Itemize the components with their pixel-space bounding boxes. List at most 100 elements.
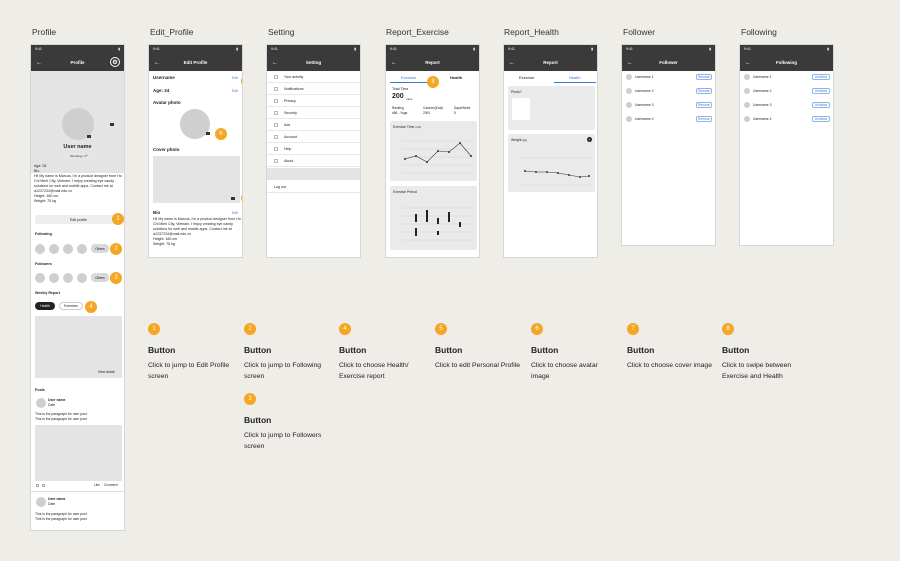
help-icon [274,146,278,151]
cover-camera-icon[interactable] [110,123,114,126]
annotation-title: Button [435,345,463,355]
back-arrow-icon[interactable]: ← [154,60,160,66]
edit-bio-link[interactable]: Edit [232,211,238,215]
setting-item-help[interactable]: Help [267,143,360,155]
ranking-label: Ranking [392,106,404,110]
screen-title-following: Following [741,27,777,37]
setting-item-security[interactable]: Security [267,107,360,119]
camera-icon[interactable] [206,132,210,135]
activity-icon [274,74,278,79]
section-spacer [267,168,360,180]
unfollow-button[interactable]: Unfollow [812,88,830,94]
camera-icon[interactable] [231,197,235,200]
photo-placeholder[interactable] [512,98,530,120]
unfollow-button[interactable]: Unfollow [812,116,830,122]
post-date: Date [48,403,56,407]
notifications-icon [274,86,278,91]
divider [31,491,124,492]
tab-exercise[interactable]: Exercise [519,75,534,80]
back-arrow-icon[interactable]: ← [272,60,278,66]
tab-health[interactable]: Health [569,75,581,80]
unfollow-button[interactable]: Unfollow [812,74,830,80]
setting-item-activity[interactable]: Your activity [267,71,360,83]
follower-avatar[interactable] [77,273,87,283]
screen-title-follower: Follower [623,27,656,37]
annotation-6: 6 Button Click to choose avatar image [531,323,617,382]
setting-item-label: Privacy [284,98,296,103]
annotation-number: 5 [435,323,447,335]
ads-icon [274,122,278,127]
ranking-value: #56 - Yoga [392,111,408,115]
report-exercise-screen: 9:41 ▮ ← Report Exercise Health Total Tim… [385,44,480,258]
weight-text: Weight: 75 kg [153,242,175,246]
bio-text: Hi! My name is Marcus, I'm a product des… [34,174,122,193]
edit-username-link[interactable]: Edit [232,76,238,80]
nav-title: Following [776,60,797,65]
back-arrow-icon[interactable]: ← [36,60,42,66]
setting-item-privacy[interactable]: Privacy [267,95,360,107]
user-avatar [626,116,632,122]
following-avatar[interactable] [35,244,45,254]
setting-item-label: Ads [284,122,291,127]
comment-icon[interactable] [42,484,45,487]
annotation-description: Click to choose Health/ Exercise report [339,362,409,380]
remove-button[interactable]: Remove [696,116,712,122]
edit-age-link[interactable]: Edit [232,89,238,93]
remove-button[interactable]: Remove [696,102,712,108]
cover-photo-preview[interactable] [153,156,240,203]
following-avatar[interactable] [63,244,73,254]
remove-button[interactable]: Remove [696,74,712,80]
battery-icon: ▮ [236,47,238,51]
tab-exercise[interactable]: Exercise [401,75,416,80]
unfollow-button[interactable]: Unfollow [812,102,830,108]
health-tab-button[interactable]: Health [35,302,55,310]
exercise-time-line [402,140,474,174]
annotation-title: Button [339,345,367,355]
user-avatar [626,74,632,80]
following-avatar[interactable] [77,244,87,254]
follower-avatar[interactable] [63,273,73,283]
username-text: Username 3 [753,103,772,107]
navbar: ← Edit Profile [149,54,242,71]
total-time-unit: mins [406,97,413,101]
setting-item-notifications[interactable]: Notifications [267,83,360,95]
following-others-button[interactable]: Others [91,244,109,253]
view-detail-link[interactable]: View detail [98,370,114,374]
nav-title: Profile [70,60,85,65]
follower-avatar[interactable] [35,273,45,283]
back-arrow-icon[interactable]: ← [627,60,633,66]
user-avatar [744,102,750,108]
follower-avatar[interactable] [49,273,59,283]
annotation-title: Button [531,345,559,355]
like-icon[interactable] [36,484,39,487]
setting-item-about[interactable]: About [267,155,360,167]
comment-button[interactable]: Comment [104,483,118,487]
settings-gear-icon[interactable]: ⚙ [110,57,120,67]
like-button[interactable]: Like [94,483,100,487]
back-arrow-icon[interactable]: ← [745,60,751,66]
setting-item-account[interactable]: Account [267,131,360,143]
annotation-number: 6 [531,323,543,335]
camera-icon[interactable] [87,135,91,138]
tab-health[interactable]: Health [450,75,462,80]
annotation-7: 7 Button Click to choose cover image [627,323,713,371]
following-avatar[interactable] [49,244,59,254]
annotation-description: Click to swipe between Exercise and Heal… [722,362,792,380]
annotation-badge-5: 5 [241,75,242,87]
edit-profile-button[interactable]: Edit profile [35,215,122,224]
screen-title-report-health: Report_Health [504,27,559,37]
logout-button[interactable]: Log out [267,181,360,193]
setting-screen: 9:41 ▮ ← Setting Your activity Notificati… [266,44,361,258]
post-text: This is the paragraph for user post [35,417,87,421]
navbar: ← Report [386,54,479,71]
screen-title-edit-profile: Edit_Profile [150,27,194,37]
status-time: 9:41 [153,47,160,51]
screen-title-setting: Setting [268,27,295,37]
back-arrow-icon[interactable]: ← [391,60,397,66]
remove-button[interactable]: Remove [696,88,712,94]
setting-item-ads[interactable]: Ads [267,119,360,131]
followers-others-button[interactable]: Others [91,273,109,282]
back-arrow-icon[interactable]: ← [509,60,515,66]
exercises-tab-button[interactable]: Exercises [59,302,83,310]
about-icon [274,158,278,163]
